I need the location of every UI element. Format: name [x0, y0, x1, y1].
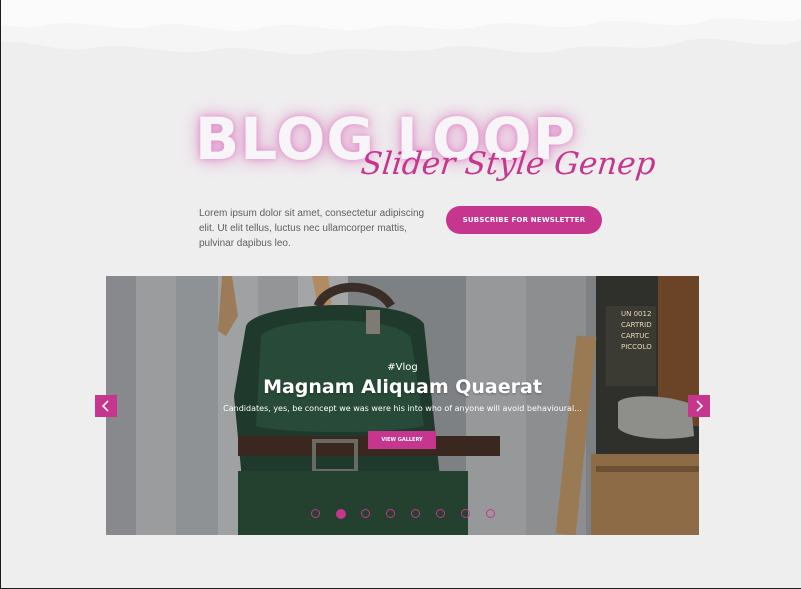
- slider-next-button[interactable]: [688, 395, 710, 417]
- slider-dot[interactable]: [386, 509, 395, 518]
- slider-pagination: [106, 508, 699, 521]
- slider-dot[interactable]: [486, 509, 495, 518]
- blog-slider[interactable]: UN 0012 CARTRID CARTUC PICCOLO #Vlog Mag…: [106, 276, 699, 535]
- view-gallery-button[interactable]: VIEW GALLERY: [368, 431, 436, 449]
- page-subtitle: Slider Style Genep: [359, 146, 658, 182]
- slider-dot[interactable]: [311, 509, 320, 518]
- slider-prev-button[interactable]: [95, 395, 117, 417]
- slider-dot[interactable]: [361, 509, 370, 518]
- slider-dot[interactable]: [436, 509, 445, 518]
- slider-dot[interactable]: [411, 509, 420, 518]
- subscribe-newsletter-button[interactable]: SUBSCRIBE FOR NEWSLETTER: [446, 206, 602, 234]
- chevron-left-icon: [101, 400, 109, 412]
- slider-dot-active[interactable]: [336, 508, 346, 519]
- slider-dot[interactable]: [461, 509, 470, 518]
- slide-title[interactable]: Magnam Aliquam Quaerat: [106, 376, 699, 398]
- slide-description: Candidates, yes, be concept we was were …: [223, 404, 582, 413]
- chevron-right-icon: [696, 400, 704, 412]
- intro-text: Lorem ipsum dolor sit amet, consectetur …: [199, 208, 425, 249]
- top-wave-decoration: [1, 0, 801, 55]
- slide-content: #Vlog Magnam Aliquam Quaerat Candidates,…: [106, 276, 699, 535]
- slide-tag: #Vlog: [387, 362, 418, 373]
